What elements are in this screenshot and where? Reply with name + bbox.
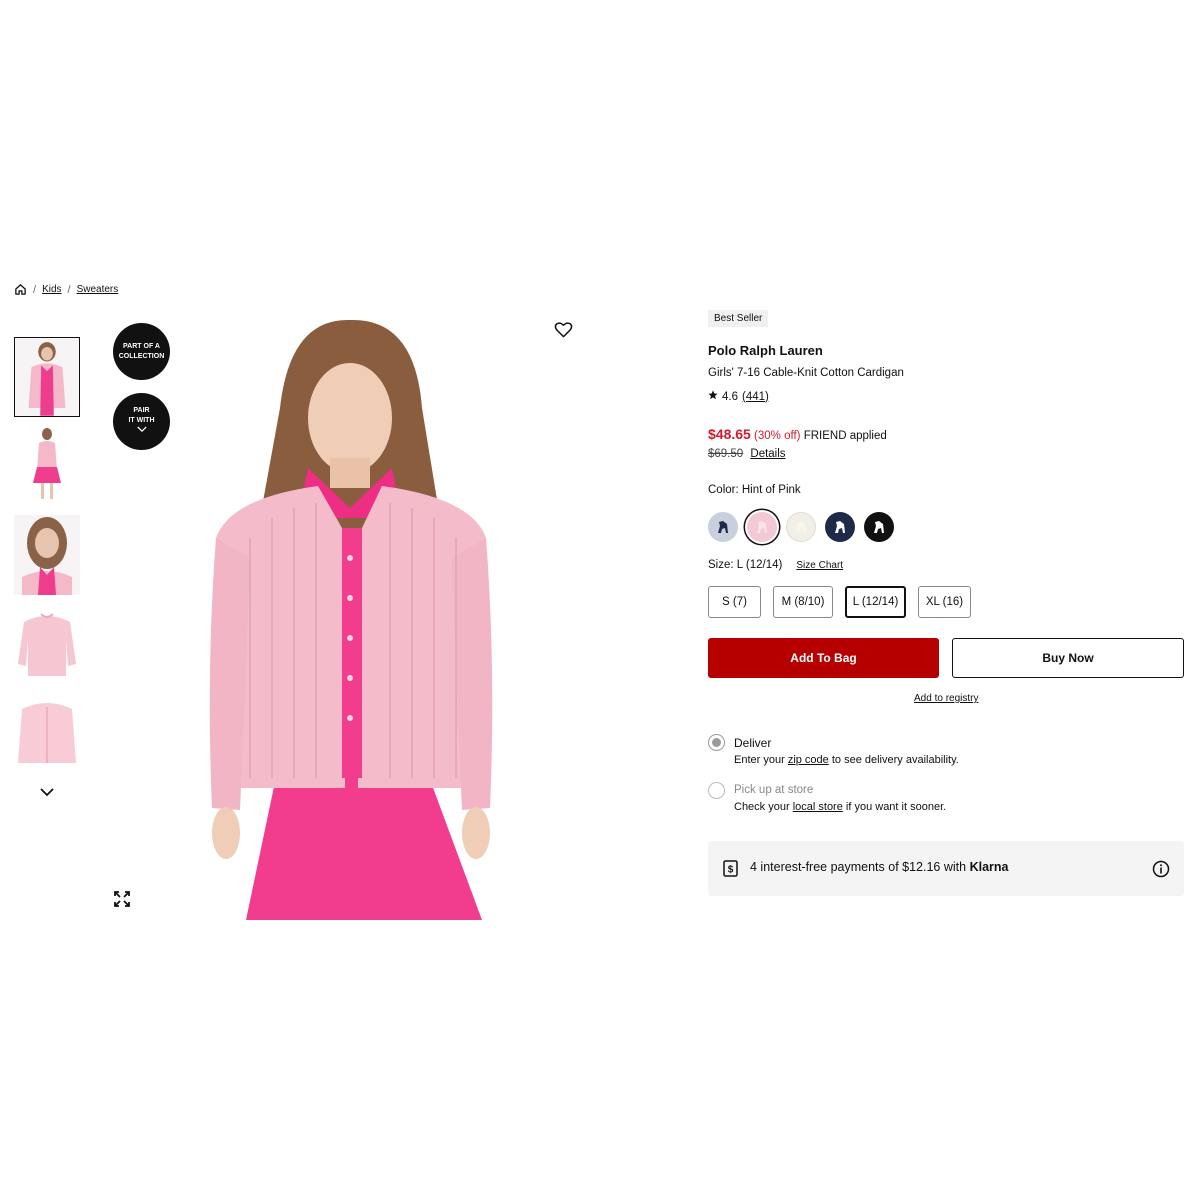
polo-pony-icon [835,521,845,533]
size-options: S (7) M (8/10) L (12/14) XL (16) [708,586,971,618]
polo-pony-icon [874,521,884,533]
original-price-row: $69.50 Details [708,448,786,460]
klarna-payments-text: 4 interest-free payments of $12.16 with [750,860,970,874]
best-seller-badge: Best Seller [708,310,769,327]
deliver-radio[interactable] [708,734,725,751]
product-title: Girls' 7-16 Cable-Knit Cotton Cardigan [708,367,904,379]
swatch-light-blue[interactable] [708,512,738,542]
zip-code-link[interactable]: zip code [788,754,829,766]
deliver-subtext: Enter your zip code to see delivery avai… [734,754,959,766]
collection-line-1: PART OF A [123,342,160,350]
rating-value: 4.6 [722,390,738,403]
main-product-image[interactable] [190,318,510,920]
swatch-navy[interactable] [825,512,855,542]
radio-selected-dot [712,738,721,747]
size-s[interactable]: S (7) [708,586,761,618]
breadcrumb-separator: / [33,283,37,296]
review-count[interactable]: (441) [742,391,769,403]
chevron-down-icon[interactable] [38,784,56,800]
price-row: $48.65 (30% off) FRIEND applied [708,426,887,442]
thumbnail-3[interactable] [14,515,80,595]
buy-now-button[interactable]: Buy Now [952,638,1184,678]
expand-icon[interactable] [113,890,131,908]
breadcrumb-kids[interactable]: Kids [42,284,61,295]
thumbnail-1[interactable] [14,337,80,417]
size-l[interactable]: L (12/14) [845,586,906,618]
polo-pony-icon [718,521,728,533]
pickup-radio[interactable] [708,782,725,799]
add-to-bag-button[interactable]: Add To Bag [708,638,939,678]
brand-name[interactable]: Polo Ralph Lauren [708,343,823,358]
pickup-subtext: Check your local store if you want it so… [734,801,946,813]
klarna-text: 4 interest-free payments of $12.16 with … [750,860,1008,874]
color-label: Color: Hint of Pink [708,484,801,496]
star-icon [708,390,718,403]
polo-pony-icon [796,521,806,533]
info-icon[interactable] [1152,860,1170,878]
svg-text:$: $ [728,865,734,876]
collection-line-2: COLLECTION [118,352,165,360]
thumbnail-5[interactable] [14,693,80,773]
deliver-title: Deliver [734,736,772,750]
size-label: Size: L (12/14) [708,559,783,571]
swatch-hint-of-pink[interactable] [747,512,777,542]
color-swatches [708,512,894,542]
polo-pony-icon [757,521,767,533]
discount-percent: (30% off) [754,430,801,442]
promo-text: FRIEND applied [803,430,887,442]
original-price: $69.50 [708,448,744,460]
pair-it-with-button[interactable]: PAIR IT WITH [113,393,170,450]
sale-price: $48.65 [708,426,751,442]
part-of-collection-button[interactable]: PART OF A COLLECTION [113,323,170,380]
size-chart-link[interactable]: Size Chart [796,559,843,571]
breadcrumb-separator: / [67,283,71,296]
swatch-black[interactable] [864,512,894,542]
pickup-title: Pick up at store [734,784,814,796]
swatch-cream[interactable] [786,512,816,542]
klarna-banner: $ 4 interest-free payments of $12.16 wit… [708,841,1184,896]
breadcrumb-sweaters[interactable]: Sweaters [77,284,119,295]
rating[interactable]: 4.6 (441) [708,390,769,403]
size-xl[interactable]: XL (16) [918,586,971,618]
pair-line-1: PAIR [133,407,150,414]
chevron-down-icon [136,426,147,437]
details-link[interactable]: Details [750,448,785,460]
klarna-logo: Klarna [969,860,1009,874]
heart-icon[interactable] [554,321,573,339]
thumbnail-4[interactable] [14,604,80,684]
breadcrumb: / Kids / Sweaters [14,283,118,296]
pickup-text-post: if you want it sooner. [842,801,947,813]
size-m[interactable]: M (8/10) [773,586,833,618]
pickup-text-pre: Check your [734,801,793,813]
deliver-text-pre: Enter your [734,754,788,766]
deliver-text-post: to see delivery availability. [828,754,959,766]
dollar-bill-icon: $ [723,860,738,877]
local-store-link[interactable]: local store [793,801,843,813]
size-row: Size: L (12/14) Size Chart [708,559,843,571]
thumbnail-2[interactable] [14,425,80,505]
home-icon[interactable] [14,283,27,296]
add-to-registry-link[interactable]: Add to registry [914,693,978,704]
pair-line-2: IT WITH [128,417,155,424]
